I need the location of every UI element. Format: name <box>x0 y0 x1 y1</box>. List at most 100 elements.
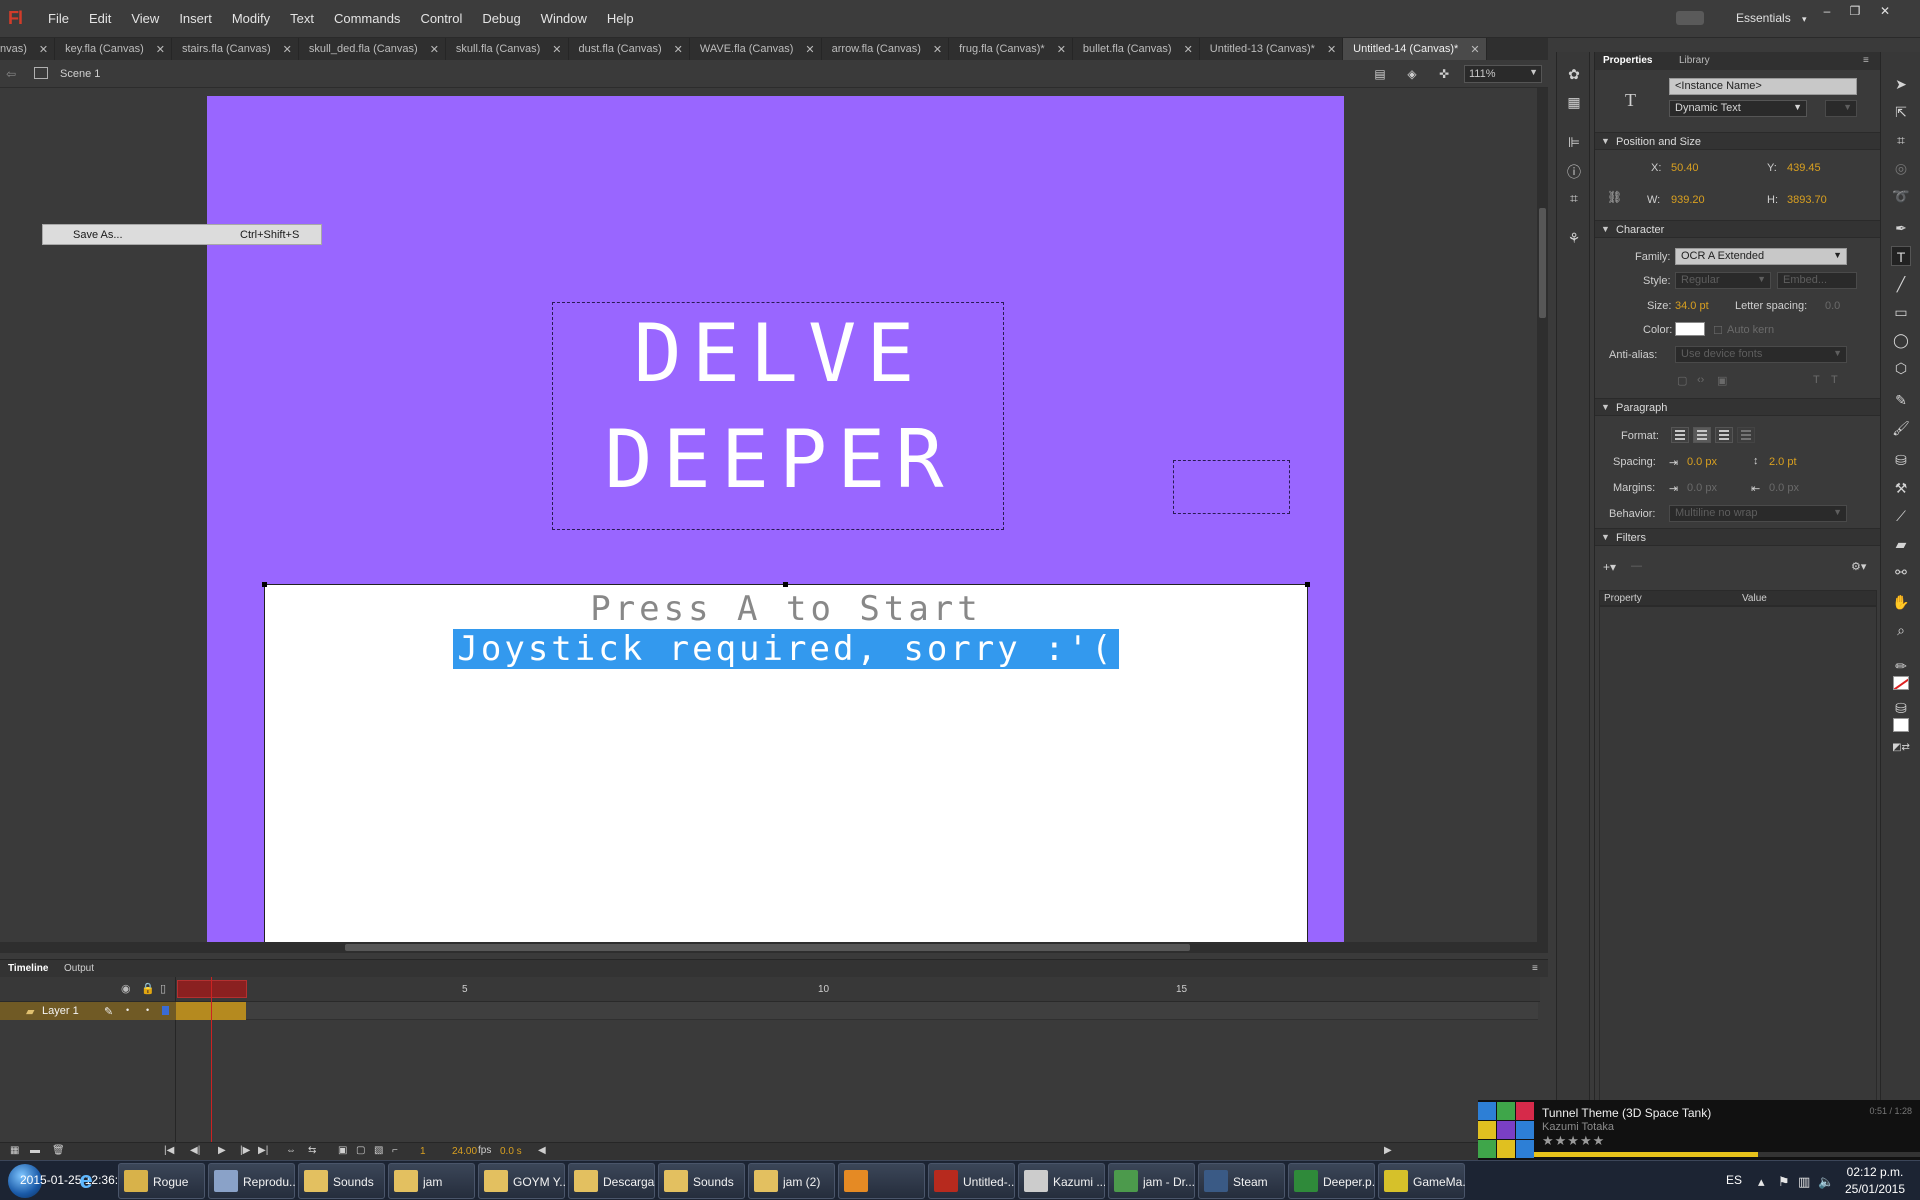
border-icon[interactable]: ▣ <box>1717 374 1727 387</box>
stroke-swatch[interactable] <box>1893 676 1909 690</box>
close-icon[interactable]: ✕ <box>552 43 561 56</box>
taskbar-item[interactable]: Steam <box>1198 1163 1285 1199</box>
pencil-tool-icon[interactable]: ✎ <box>1891 390 1911 410</box>
doc-tab[interactable]: bullet.fla (Canvas) ✕ <box>1073 38 1200 60</box>
left-margin-value[interactable]: 0.0 px <box>1687 482 1717 494</box>
taskbar-item[interactable]: Kazumi ... <box>1018 1163 1105 1199</box>
resize-handle[interactable] <box>1305 582 1310 587</box>
close-icon[interactable]: ✕ <box>39 43 48 56</box>
menu-text[interactable]: Text <box>280 0 324 38</box>
paint-bucket-tool-icon[interactable]: ⛁ <box>1891 450 1911 470</box>
frame-row[interactable] <box>176 1002 1538 1020</box>
font-style-select[interactable]: Regular ▼ <box>1675 272 1771 289</box>
menu-window[interactable]: Window <box>531 0 597 38</box>
close-button[interactable]: ✕ <box>1872 2 1898 20</box>
swatches-panel-icon[interactable]: ▦ <box>1565 94 1583 112</box>
scroll-thumb[interactable] <box>345 944 1190 951</box>
language-indicator[interactable]: ES <box>1726 1173 1742 1187</box>
add-filter-icon[interactable]: +▾ <box>1603 560 1616 574</box>
doc-tab[interactable]: dust.fla (Canvas) ✕ <box>569 38 690 60</box>
doc-tab-active[interactable]: Untitled-14 (Canvas)* ✕ <box>1343 38 1487 60</box>
first-frame-icon[interactable]: |◀ <box>164 1145 174 1156</box>
context-menu[interactable]: Save As... Ctrl+Shift+S <box>42 224 322 245</box>
loop-icon[interactable]: ⇔ <box>286 1145 296 1156</box>
text-color-swatch[interactable] <box>1675 322 1705 336</box>
panel-menu-icon[interactable]: ≡ <box>1532 963 1538 974</box>
3d-rotation-tool-icon[interactable]: ◎ <box>1891 158 1911 178</box>
sync-settings-icon[interactable] <box>1676 11 1704 25</box>
close-icon[interactable]: ✕ <box>933 43 942 56</box>
bone-tool-icon[interactable]: ⚒ <box>1891 478 1911 498</box>
doc-tab[interactable]: nvas) ✕ <box>0 38 56 60</box>
taskbar-item[interactable]: GameMa... <box>1378 1163 1465 1199</box>
selection-tool-icon[interactable]: ➤ <box>1891 74 1911 94</box>
size-value[interactable]: 34.0 pt <box>1675 300 1709 312</box>
behavior-select[interactable]: Multiline no wrap ▼ <box>1669 505 1847 522</box>
doc-tab[interactable]: Untitled-13 (Canvas)* ✕ <box>1200 38 1344 60</box>
line-tool-icon[interactable]: ╱ <box>1891 274 1911 294</box>
tab-timeline[interactable]: Timeline <box>8 963 48 974</box>
selected-text[interactable]: Joystick required, sorry :'( <box>453 629 1119 669</box>
close-icon[interactable]: ✕ <box>1327 43 1336 56</box>
h-value[interactable]: 3893.70 <box>1787 194 1827 206</box>
transform-panel-icon[interactable]: ⌗ <box>1565 190 1583 208</box>
doc-tab[interactable]: stairs.fla (Canvas) ✕ <box>172 38 299 60</box>
indent-value[interactable]: 0.0 px <box>1687 456 1717 468</box>
align-center-button[interactable] <box>1693 427 1711 443</box>
stage[interactable]: DELVE DEEPER Press A to Start Joystick r… <box>207 96 1344 942</box>
tab-library[interactable]: Library <box>1679 55 1710 66</box>
taskbar-item[interactable]: Sounds <box>298 1163 385 1199</box>
resize-handle[interactable] <box>783 582 788 587</box>
empty-text-field[interactable] <box>1173 460 1290 514</box>
doc-tab[interactable]: skull_ded.fla (Canvas) ✕ <box>299 38 446 60</box>
action-center-icon[interactable]: ⚑ <box>1778 1174 1790 1190</box>
zoom-select[interactable]: 111% ▼ <box>1464 65 1542 83</box>
align-right-button[interactable] <box>1715 427 1733 443</box>
zoom-tool-icon[interactable]: ⌕ <box>1891 620 1911 640</box>
stroke-color-icon[interactable]: ✏ <box>1891 656 1911 676</box>
onion-outlines-icon[interactable]: ▢ <box>356 1145 365 1156</box>
edit-multiple-icon[interactable]: ▧ <box>374 1145 383 1156</box>
taskbar-item[interactable] <box>838 1163 925 1199</box>
antialias-select[interactable]: Use device fonts ▼ <box>1675 346 1847 363</box>
layer-name[interactable]: Layer 1 <box>42 1005 79 1017</box>
track-progress[interactable] <box>1534 1152 1920 1157</box>
close-icon[interactable]: ✕ <box>283 43 292 56</box>
step-forward-icon[interactable]: |▶ <box>240 1145 250 1156</box>
fps-value[interactable]: 24.00 <box>452 1146 477 1157</box>
color-panel-icon[interactable]: ✿ <box>1565 66 1583 84</box>
edit-scene-icon[interactable]: ▤ <box>1372 67 1388 81</box>
scroll-thumb[interactable] <box>1539 208 1546 318</box>
scroll-left-icon[interactable]: ◀ <box>538 1145 546 1156</box>
workspace-switcher[interactable]: Essentials ▾ <box>1736 11 1807 25</box>
step-back-icon[interactable]: ◀| <box>190 1145 200 1156</box>
align-left-button[interactable] <box>1671 427 1689 443</box>
center-stage-icon[interactable]: ✜ <box>1436 67 1452 81</box>
close-icon[interactable]: ✕ <box>674 43 683 56</box>
align-panel-icon[interactable]: ⊫ <box>1565 134 1583 152</box>
rating-stars[interactable]: ★★★★★ <box>1542 1133 1605 1149</box>
y-value[interactable]: 439.45 <box>1787 162 1821 174</box>
filters-table[interactable] <box>1599 606 1877 1166</box>
menu-file[interactable]: File <box>38 0 79 38</box>
menu-modify[interactable]: Modify <box>222 0 280 38</box>
maximize-button[interactable]: ❐ <box>1842 2 1868 20</box>
taskbar-item[interactable]: jam - Dr... <box>1108 1163 1195 1199</box>
taskbar-item[interactable]: jam (2) <box>748 1163 835 1199</box>
doc-tab[interactable]: arrow.fla (Canvas) ✕ <box>822 38 950 60</box>
font-family-select[interactable]: OCR A Extended ▼ <box>1675 248 1847 265</box>
last-frame-icon[interactable]: ▶| <box>258 1145 268 1156</box>
section-paragraph[interactable]: ▼ Paragraph <box>1595 398 1881 416</box>
panel-menu-icon[interactable]: ≡ <box>1863 55 1869 66</box>
menu-help[interactable]: Help <box>597 0 644 38</box>
fill-color-icon[interactable]: ⛁ <box>1891 698 1911 718</box>
visibility-dot-icon[interactable]: • <box>126 1005 129 1015</box>
filter-options-icon[interactable]: ⚙▾ <box>1851 560 1866 573</box>
scroll-right-icon[interactable]: ▶ <box>1384 1145 1392 1156</box>
section-position-size[interactable]: ▼ Position and Size <box>1595 132 1881 150</box>
lasso-tool-icon[interactable]: ➰ <box>1891 186 1911 206</box>
back-arrow-icon[interactable]: ⇦ <box>6 67 16 81</box>
fill-swatch[interactable] <box>1893 718 1909 732</box>
subscript-icon[interactable]: T <box>1831 374 1838 386</box>
title-text-field[interactable]: DELVE DEEPER <box>552 302 1004 530</box>
